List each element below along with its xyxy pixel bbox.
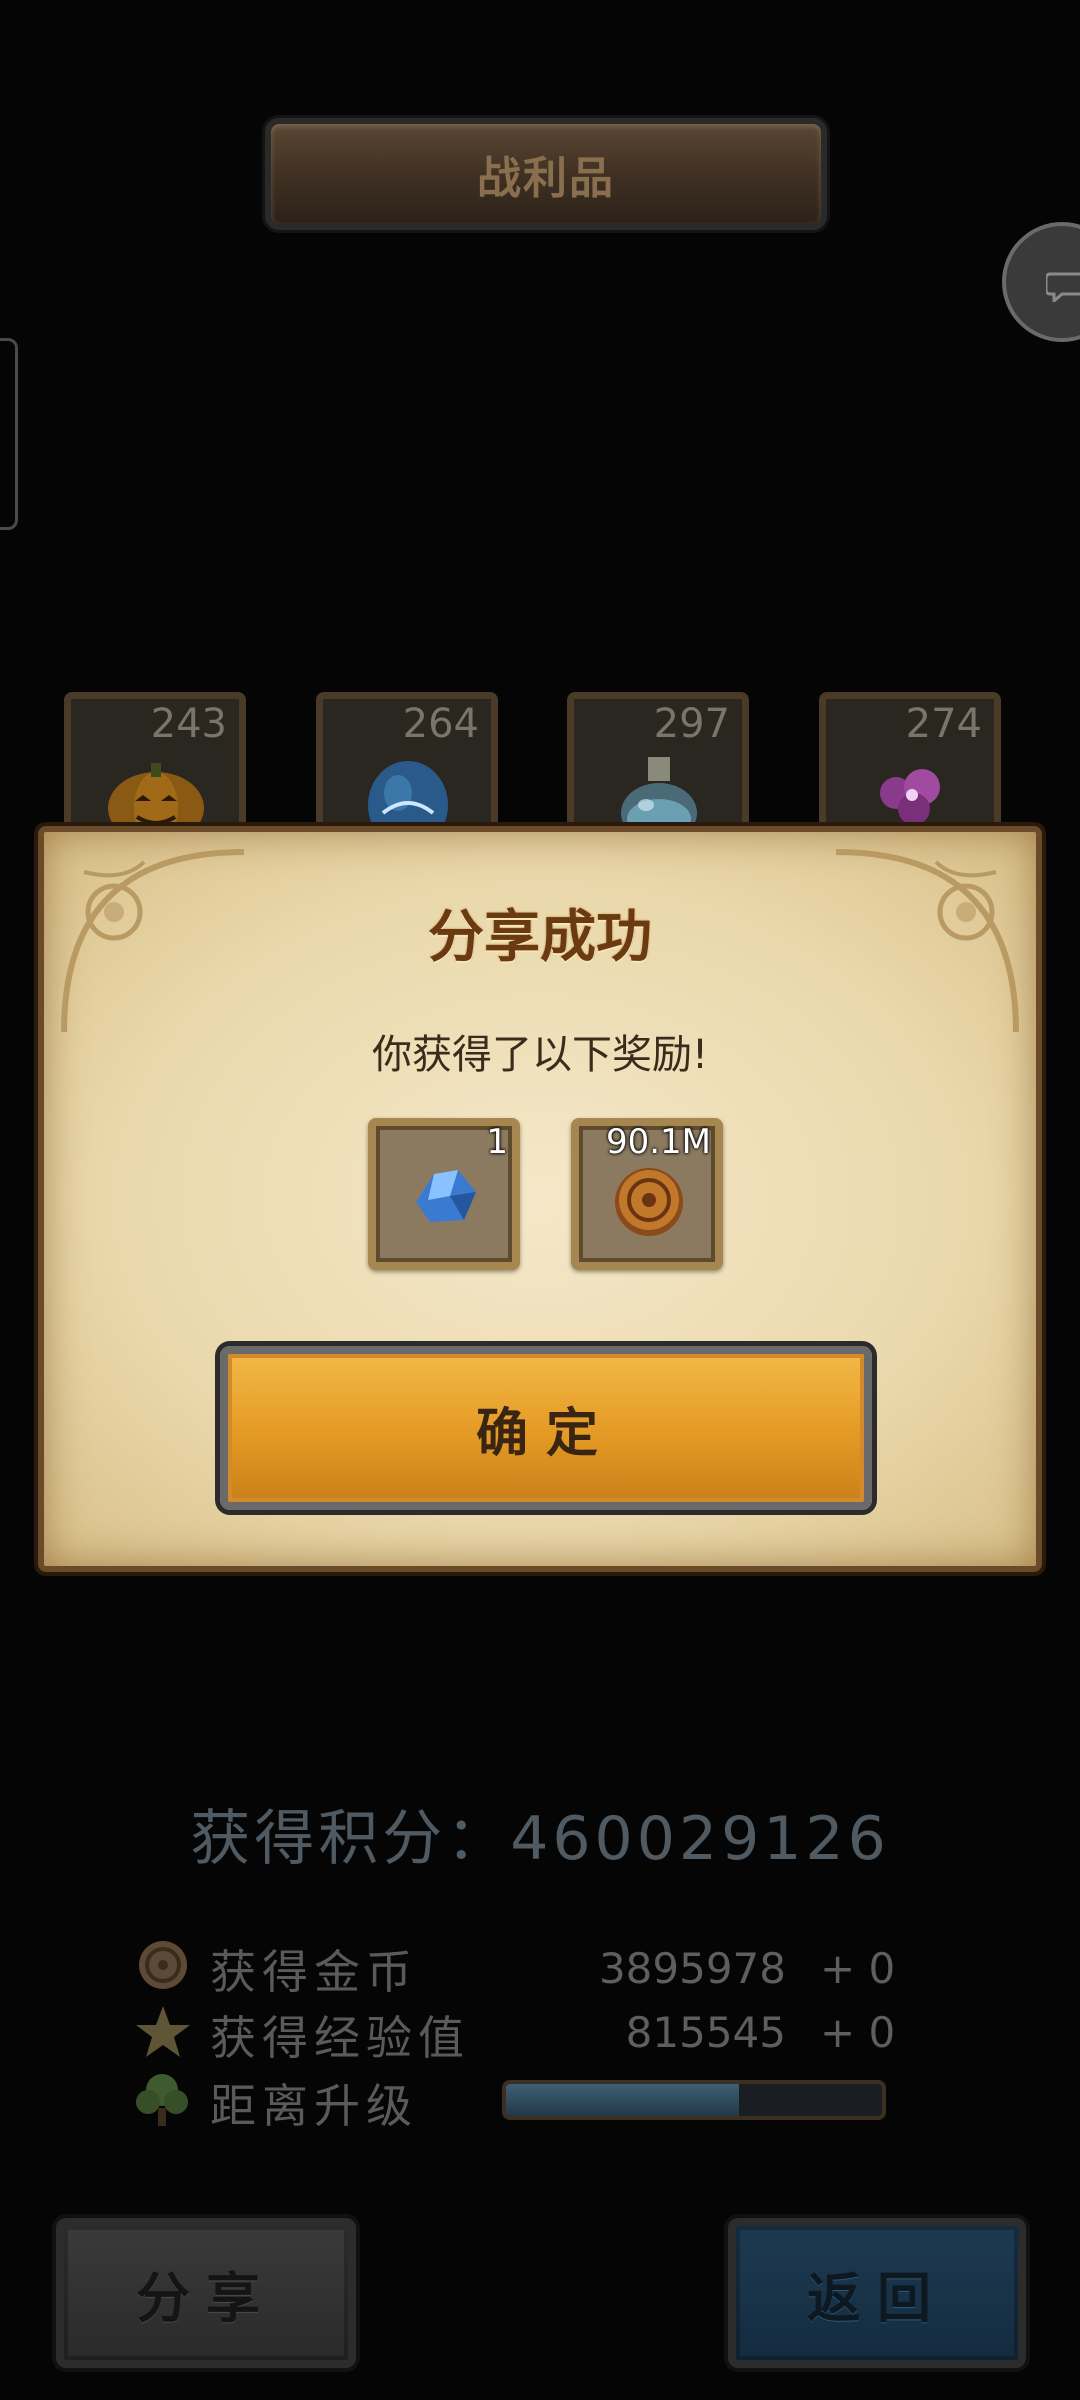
gold-delta: + 0 — [820, 1944, 896, 1993]
star-icon — [136, 2006, 190, 2057]
back-button[interactable]: 返回 — [728, 2218, 1026, 2368]
exp-delta: + 0 — [820, 2008, 896, 2057]
reward-count: 90.1M — [605, 1122, 711, 1162]
exp-label: 获得经验值 — [210, 2011, 470, 2065]
loot-count: 243 — [150, 701, 227, 747]
level-progress-fill — [506, 2084, 740, 2116]
chat-button[interactable] — [1002, 222, 1080, 342]
loot-title-banner: 战利品 — [265, 118, 827, 230]
loot-count: 274 — [905, 701, 982, 747]
loot-item[interactable]: 243 — [64, 692, 246, 838]
confirm-label: 确定 — [475, 1403, 616, 1464]
loot-item[interactable]: 274 — [819, 692, 1001, 838]
loot-count: 297 — [653, 701, 730, 747]
dialog-subtitle: 你获得了以下奖励! — [371, 1032, 709, 1078]
reward-item[interactable]: 90.1M — [571, 1118, 723, 1270]
side-tab[interactable] — [0, 338, 18, 530]
loot-item[interactable]: 297 — [567, 692, 749, 838]
exp-value: 815545 — [625, 2008, 786, 2057]
chat-bubble-icon — [1046, 272, 1080, 302]
reward-count: 1 — [486, 1122, 508, 1162]
loot-count: 264 — [402, 701, 479, 747]
share-button[interactable]: 分享 — [56, 2218, 356, 2368]
coin-icon — [139, 1941, 187, 1989]
level-progress-bar — [502, 2080, 886, 2120]
crystal-icon — [416, 1170, 476, 1222]
score-text: 获得积分：460029126 — [190, 1804, 890, 1874]
back-label: 返回 — [807, 2266, 947, 2330]
gold-coin-icon — [615, 1168, 683, 1236]
level-label: 距离升级 — [210, 2079, 418, 2133]
confirm-button[interactable]: 确定 — [220, 1346, 872, 1510]
tree-icon — [136, 2074, 188, 2126]
gold-value: 3895978 — [598, 1944, 786, 1993]
loot-item[interactable]: 264 — [316, 692, 498, 838]
share-success-dialog: 分享成功 你获得了以下奖励! 1 90.1M 确定 — [38, 826, 1042, 1572]
dialog-title: 分享成功 — [428, 905, 652, 970]
loot-title: 战利品 — [477, 153, 615, 204]
gold-label: 获得金币 — [210, 1945, 418, 1999]
share-label: 分享 — [136, 2266, 276, 2330]
reward-item[interactable]: 1 — [368, 1118, 520, 1270]
